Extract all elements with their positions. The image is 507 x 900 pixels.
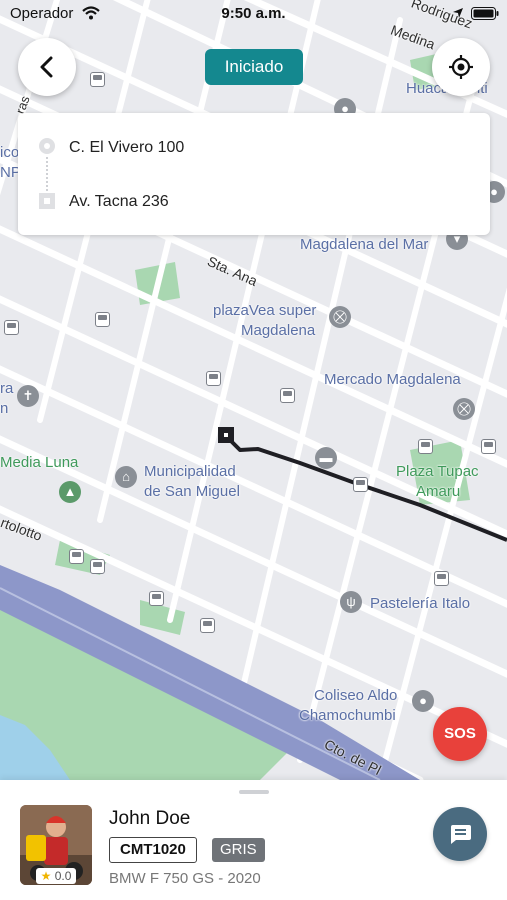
restaurant-icon: ψ bbox=[340, 591, 362, 613]
star-icon: ★ bbox=[40, 869, 52, 883]
vehicle-color-badge: GRIS bbox=[212, 838, 265, 862]
map-label: ico bbox=[0, 144, 20, 161]
vehicle-description: BMW F 750 GS - 2020 bbox=[109, 870, 261, 887]
bus-stop-icon bbox=[4, 320, 19, 335]
my-location-button[interactable] bbox=[432, 38, 490, 96]
map-label: Chamochumbi bbox=[299, 707, 396, 724]
driver-name: John Doe bbox=[109, 808, 191, 829]
driver-rating: ★ 0.0 bbox=[36, 868, 76, 884]
rating-value: 0.0 bbox=[54, 869, 72, 883]
map-label: Media Luna bbox=[0, 454, 79, 471]
park-tree-icon: ▲ bbox=[59, 481, 81, 503]
destination-marker-icon bbox=[39, 193, 55, 209]
route-connector bbox=[46, 157, 48, 191]
battery-icon bbox=[471, 7, 499, 20]
bus-stop-icon bbox=[90, 559, 105, 574]
plate-badge: CMT1020 bbox=[109, 837, 197, 863]
bus-stop-icon bbox=[418, 439, 433, 454]
origin-marker-icon bbox=[39, 138, 55, 154]
government-building-icon: ⌂ bbox=[115, 466, 137, 488]
destination-address[interactable]: Av. Tacna 236 bbox=[69, 193, 169, 211]
bus-stop-icon bbox=[149, 591, 164, 606]
status-bar: Operador 9:50 a.m. bbox=[0, 0, 507, 28]
poi-pin-icon: ● bbox=[412, 690, 434, 712]
bus-stop-icon bbox=[200, 618, 215, 633]
map-label: Coliseo Aldo bbox=[314, 687, 398, 704]
trip-status-badge: Iniciado bbox=[205, 49, 303, 85]
driver-sheet[interactable]: ★ 0.0 John Doe CMT1020 GRIS BMW F 750 GS… bbox=[0, 780, 507, 900]
map-label: de San Miguel bbox=[144, 483, 240, 500]
map-label: Magdalena bbox=[241, 322, 316, 339]
shopping-cart-icon: ⛒ bbox=[453, 398, 475, 420]
map-label: plazaVea super bbox=[213, 302, 317, 319]
message-icon bbox=[451, 825, 471, 844]
map-label: ra bbox=[0, 380, 14, 397]
bus-stop-icon bbox=[481, 439, 496, 454]
sheet-drag-handle[interactable] bbox=[239, 790, 269, 794]
bus-stop-icon bbox=[280, 388, 295, 403]
shopping-cart-icon: ⛒ bbox=[329, 306, 351, 328]
bus-stop-icon bbox=[69, 549, 84, 564]
bus-stop-icon bbox=[90, 72, 105, 87]
map-label: Plaza Tupac bbox=[396, 463, 479, 480]
chat-button[interactable] bbox=[433, 807, 487, 861]
crosshair-icon bbox=[449, 55, 473, 79]
bus-stop-icon bbox=[206, 371, 221, 386]
map-label: n bbox=[0, 400, 9, 417]
location-arrow-icon bbox=[453, 8, 463, 18]
map-label: Pastelería Italo bbox=[370, 595, 471, 612]
church-icon: ✝ bbox=[17, 385, 39, 407]
map-label: Amaru bbox=[416, 483, 461, 500]
chevron-left-icon bbox=[40, 56, 53, 78]
origin-address[interactable]: C. El Vivero 100 bbox=[69, 139, 184, 157]
back-button[interactable] bbox=[18, 38, 76, 96]
bus-stop-icon bbox=[434, 571, 449, 586]
map-label: Mercado Magdalena bbox=[324, 371, 461, 388]
map-label: Municipalidad bbox=[144, 463, 236, 480]
clock: 9:50 a.m. bbox=[221, 5, 286, 22]
route-card: C. El Vivero 100 Av. Tacna 236 bbox=[18, 113, 490, 235]
hotel-icon: ▬ bbox=[315, 447, 337, 469]
sos-button[interactable]: SOS bbox=[433, 707, 487, 761]
map-label: Magdalena del Mar bbox=[300, 236, 429, 253]
bus-stop-icon bbox=[95, 312, 110, 327]
bus-stop-icon bbox=[353, 477, 368, 492]
